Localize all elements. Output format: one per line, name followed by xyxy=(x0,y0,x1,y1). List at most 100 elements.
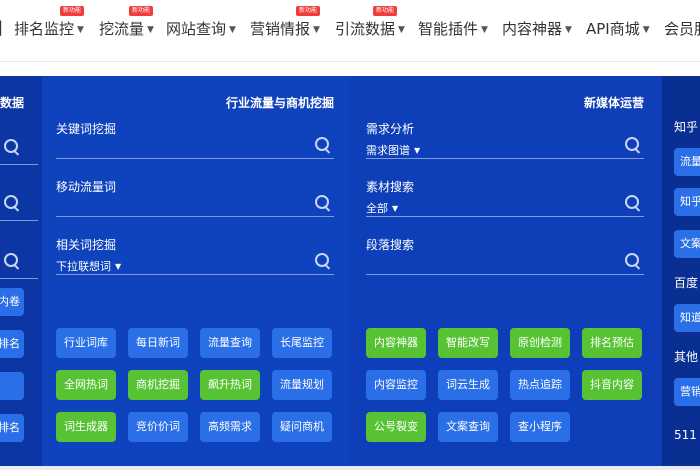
far-tag[interactable]: 知道 xyxy=(674,304,700,332)
tool-tag[interactable]: 智能改写 xyxy=(438,328,498,358)
industry-traffic-panel: 行业流量与商机挖掘 关键词挖掘 移动流量词 相关词挖掘 下拉联想词 ▼ 行业词库 … xyxy=(42,76,348,466)
tool-tag[interactable]: 词云生成 xyxy=(438,370,498,400)
search-icon[interactable] xyxy=(624,252,642,270)
search-icon[interactable] xyxy=(3,194,21,212)
tool-tag[interactable]: 抖音内容 xyxy=(582,370,642,400)
nav-label: 引流数据 xyxy=(335,20,396,38)
far-label: 其他 xyxy=(674,350,699,364)
tool-tag[interactable]: 排名预估 xyxy=(582,328,642,358)
far-tag[interactable]: 流量 xyxy=(674,148,700,176)
nav-item-traffic-data[interactable]: 引流数据 ▼ 新功能 xyxy=(335,6,405,39)
far-tag[interactable]: 知乎 xyxy=(674,188,700,216)
tool-tag[interactable]: 查小程序 xyxy=(510,412,570,442)
caret-down-icon: ▼ xyxy=(414,146,421,155)
nav-label: 挖流量 xyxy=(99,20,145,38)
nav-leading-fragment: | xyxy=(0,18,4,36)
tool-tag[interactable]: 词生成器 xyxy=(56,412,116,442)
mobile-traffic-row[interactable]: 移动流量词 xyxy=(56,178,334,232)
nav-label: 内容神器 xyxy=(502,20,563,38)
far-tag[interactable]: 营销 xyxy=(674,378,700,406)
demand-analysis-row[interactable]: 需求分析 需求图谱 ▼ xyxy=(366,120,644,174)
nav-label: 排名监控 xyxy=(14,20,75,38)
tool-board: 数据 内卷 排名 排名 行业流量与商机挖掘 关键词挖掘 移动流量词 相关词挖掘 … xyxy=(0,76,700,466)
far-tag[interactable]: 文案 xyxy=(674,230,700,258)
input-underline xyxy=(366,274,644,275)
dropdown-value: 下拉联想词 xyxy=(56,260,111,273)
far-right-panel: 知乎 流量 知乎 文案 百度 知道 其他 营销 511 xyxy=(662,76,700,466)
left-tag[interactable]: 排名 xyxy=(0,414,24,442)
caret-down-icon: ▼ xyxy=(398,25,405,35)
tool-tag[interactable]: 商机挖掘 xyxy=(128,370,188,400)
panel-title: 新媒体运营 xyxy=(583,96,644,110)
tool-tag[interactable]: 全网热词 xyxy=(56,370,116,400)
tool-tag[interactable]: 行业词库 xyxy=(56,328,116,358)
dropdown-value: 需求图谱 xyxy=(366,144,410,157)
material-search-row[interactable]: 素材搜索 全部 ▼ xyxy=(366,178,644,232)
left-panel-title: 数据 xyxy=(0,96,25,110)
left-tag[interactable]: 内卷 xyxy=(0,288,24,316)
tool-tag[interactable]: 飙升热词 xyxy=(200,370,260,400)
tool-tag[interactable]: 流量规划 xyxy=(272,370,332,400)
row-dropdown[interactable]: 需求图谱 ▼ xyxy=(366,142,420,158)
row-dropdown[interactable]: 全部 ▼ xyxy=(366,200,398,216)
nav-label: 会员服 xyxy=(664,20,700,38)
new-badge: 新功能 xyxy=(129,6,154,16)
nav-item-site-query[interactable]: 网站查询 ▼ xyxy=(166,18,236,39)
divider xyxy=(0,164,38,165)
tool-tag[interactable]: 每日新词 xyxy=(128,328,188,358)
nav-label: 网站查询 xyxy=(166,20,227,38)
row-label: 段落搜索 xyxy=(366,238,415,252)
search-icon[interactable] xyxy=(314,194,332,212)
search-icon[interactable] xyxy=(624,194,642,212)
tool-tag[interactable]: 原创检测 xyxy=(510,328,570,358)
caret-down-icon: ▼ xyxy=(313,25,320,35)
row-dropdown[interactable]: 下拉联想词 ▼ xyxy=(56,258,121,274)
nav-label: API商城 xyxy=(586,20,640,38)
tool-tag[interactable]: 内容神器 xyxy=(366,328,426,358)
caret-down-icon: ▼ xyxy=(642,25,650,35)
bottom-strip xyxy=(0,466,700,470)
nav-item-membership[interactable]: 会员服 xyxy=(664,18,700,39)
tool-tag[interactable]: 文案查询 xyxy=(438,412,498,442)
new-badge: 新功能 xyxy=(373,6,398,16)
caret-down-icon: ▼ xyxy=(115,262,122,271)
search-icon[interactable] xyxy=(314,252,332,270)
left-tag[interactable]: 排名 xyxy=(0,330,24,358)
input-underline xyxy=(366,158,644,159)
paragraph-search-row[interactable]: 段落搜索 xyxy=(366,236,644,290)
panel-title: 行业流量与商机挖掘 xyxy=(225,96,334,110)
row-label: 关键词挖掘 xyxy=(56,122,117,136)
input-underline xyxy=(56,158,334,159)
row-label: 素材搜索 xyxy=(366,180,415,194)
caret-down-icon: ▼ xyxy=(147,25,154,35)
nav-label: 营销情报 xyxy=(250,20,311,38)
caret-down-icon: ▼ xyxy=(565,25,572,35)
nav-item-dig-traffic[interactable]: 挖流量 ▼ 新功能 xyxy=(99,6,154,39)
keyword-dig-row[interactable]: 关键词挖掘 xyxy=(56,120,334,174)
tool-tag[interactable]: 高频需求 xyxy=(200,412,260,442)
related-word-row[interactable]: 相关词挖掘 下拉联想词 ▼ xyxy=(56,236,334,290)
top-navigation: | 排名监控 ▼ 新功能 挖流量 ▼ 新功能 网站查询 ▼ 营销情报 ▼ 新功能 引流数… xyxy=(0,0,700,62)
nav-item-smart-plugins[interactable]: 智能插件 ▼ xyxy=(418,18,488,39)
search-icon[interactable] xyxy=(3,138,21,156)
search-icon[interactable] xyxy=(3,252,21,270)
left-tag[interactable] xyxy=(0,372,24,400)
tool-tag[interactable]: 内容监控 xyxy=(366,370,426,400)
input-underline xyxy=(56,274,334,275)
search-icon[interactable] xyxy=(314,136,332,154)
row-label: 需求分析 xyxy=(366,122,415,136)
search-icon[interactable] xyxy=(624,136,642,154)
tool-tag[interactable]: 长尾监控 xyxy=(272,328,332,358)
dropdown-value: 全部 xyxy=(366,202,388,215)
row-label: 相关词挖掘 xyxy=(56,238,117,252)
nav-item-rank-monitor[interactable]: 排名监控 ▼ 新功能 xyxy=(14,6,85,39)
tool-tag[interactable]: 流量查询 xyxy=(200,328,260,358)
tool-tag[interactable]: 公号裂变 xyxy=(366,412,426,442)
nav-item-marketing-intel[interactable]: 营销情报 ▼ 新功能 xyxy=(250,6,321,39)
tool-tag[interactable]: 热点追踪 xyxy=(510,370,570,400)
tool-tag[interactable]: 疑问商机 xyxy=(272,412,332,442)
new-badge: 新功能 xyxy=(60,6,85,16)
nav-item-api-store[interactable]: API商城 ▼ xyxy=(586,18,650,39)
nav-item-content-tools[interactable]: 内容神器 ▼ xyxy=(502,18,572,39)
tool-tag[interactable]: 竞价价词 xyxy=(128,412,188,442)
